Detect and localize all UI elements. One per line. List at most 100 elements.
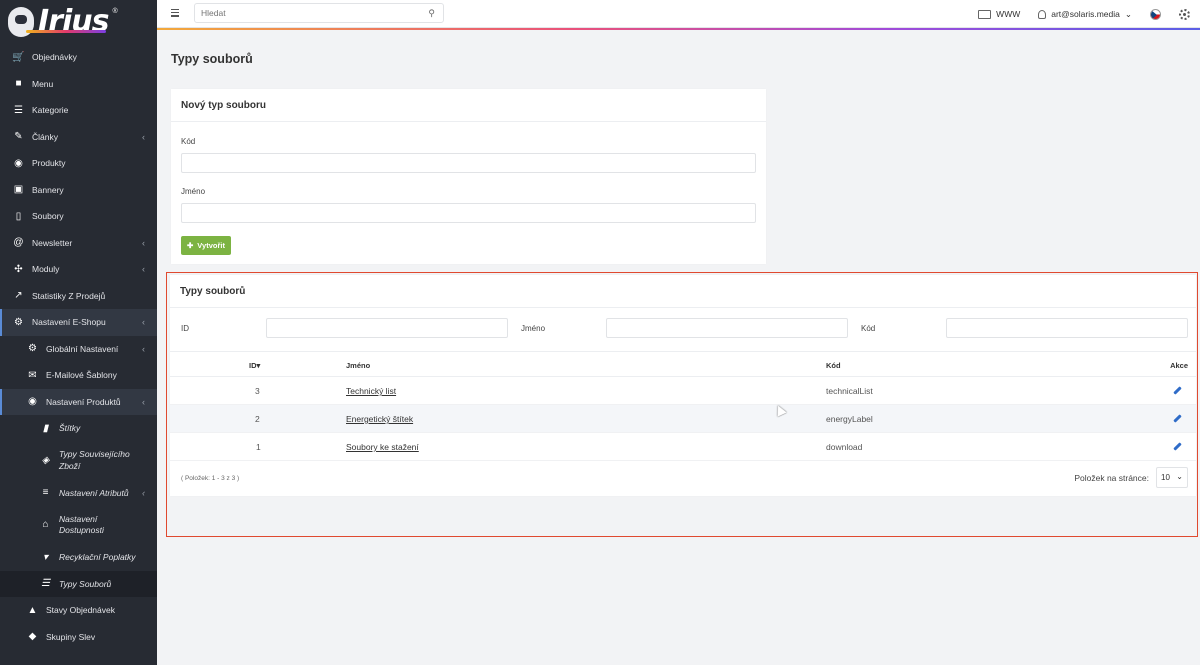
row-code: download [826,442,863,452]
sidebar-item-newsletter[interactable]: @ Newsletter ‹ [0,230,157,257]
chevron-down-icon: ‹ [142,396,145,407]
col-name-header[interactable]: Jméno [346,361,370,370]
sidebar-item-stavy-objednavek[interactable]: ▲ Stavy Objednávek [0,597,157,624]
sidebar-item-typy-souvisejiciho-zbozi[interactable]: ◈ Typy Souvisejícího Zboží [0,442,157,480]
new-file-type-card: Nový typ souboru Kód Jméno ✚ Vytvořit [171,89,766,264]
edit-pencil-icon[interactable] [1173,386,1182,395]
create-button-label: Vytvořit [197,241,225,250]
row-id: 2 [255,414,260,424]
edit-pencil-icon[interactable] [1173,414,1182,423]
language-flag-icon[interactable] [1150,8,1161,20]
per-page-label: Položek na stránce: [1074,473,1149,483]
sidebar-item-clanky[interactable]: ✎ Články ‹ [0,124,157,151]
at-icon: @ [13,237,24,249]
per-page-select[interactable]: 10 ⌄ [1156,467,1188,488]
row-name-link[interactable]: Technický list [346,386,396,396]
cart-icon: 🛒 [12,51,25,63]
code-label: Kód [181,137,196,146]
sidebar-item-produkty[interactable]: ◉ Produkty [0,150,157,177]
sidebar-item-nastaveni-atributu[interactable]: ≡ Nastavení Atributů ‹ [0,480,157,507]
bell-icon: ▲ [27,604,38,616]
sidebar-item-nastaveni-eshopu[interactable]: ⚙ Nastavení E-Shopu ‹ [0,309,157,336]
chevron-down-icon: ⌄ [1176,472,1183,481]
hamburger-menu-icon[interactable] [171,9,179,17]
sidebar-item-objednavky[interactable]: 🛒 Objednávky [0,44,157,71]
sort-desc-icon: ▾ [256,361,261,370]
sidebar-item-label: Newsletter [32,237,73,248]
sidebar-item-statistiky[interactable]: ↗ Statistiky Z Prodejů [0,283,157,310]
sidebar-item-label: Články [32,131,58,142]
gear-icon: ⚙ [28,343,37,355]
user-email: art@solaris.media [1051,9,1120,19]
sidebar-item-skupiny-slev[interactable]: ◆ Skupiny Slev [0,624,157,651]
sidebar-item-moduly[interactable]: ✣ Moduly ‹ [0,256,157,283]
search-icon[interactable]: ⚲ [428,8,435,19]
sidebar-item-label: E-Mailové Šablony [46,370,117,381]
table-row: 2 Energetický štítek energyLabel [170,405,1196,433]
settings-gear-icon[interactable] [1179,8,1190,20]
sidebar-item-label: Moduly [32,264,60,275]
trash-icon: ▾ [42,551,49,563]
globe-icon: ◉ [28,396,37,408]
search-box: ⚲ [194,3,444,23]
user-icon [1038,9,1047,19]
col-id-header[interactable]: ID▾ [249,361,260,370]
sidebar-item-label: Produkty [32,158,66,169]
chevron-left-icon: ‹ [142,131,145,142]
sidebar-item-label: Objednávky [32,52,77,63]
sidebar-item-nastaveni-dostupnosti[interactable]: ⌂ Nastavení Dostupnosti [0,506,157,544]
sidebar-item-label: Globální Nastavení [46,343,119,354]
sidebar-item-nastaveni-produktu[interactable]: ◉ Nastavení Produktů ‹ [0,388,157,415]
filter-code-input[interactable] [946,318,1188,338]
row-name-link[interactable]: Soubory ke stažení [346,442,419,452]
user-menu[interactable]: art@solaris.media ⌄ [1038,9,1132,20]
filter-name-input[interactable] [606,318,848,338]
sidebar-item-typy-souboru[interactable]: ☰ Typy Souborů [0,570,157,597]
monitor-icon [978,9,992,19]
home-icon: ⌂ [42,519,49,531]
name-field[interactable] [181,203,756,223]
sidebar-item-kategorie[interactable]: ☰ Kategorie [0,97,157,124]
code-field[interactable] [181,153,756,173]
sidebar-item-soubory[interactable]: ▯ Soubory [0,203,157,230]
file-icon: ▯ [15,210,22,222]
filter-code-label: Kód [861,324,876,333]
edit-pencil-icon[interactable] [1173,442,1182,451]
per-page-value: 10 [1161,473,1170,482]
table-row: 1 Soubory ke stažení download [170,433,1196,461]
sidebar-item-label: Recyklační Poplatky [59,552,136,563]
sidebar-item-globalni-nastaveni[interactable]: ⚙ Globální Nastavení ‹ [0,336,157,363]
www-link[interactable]: WWW [978,9,1020,19]
sidebar-item-emailove-sablony[interactable]: ✉ E-Mailové Šablony [0,362,157,389]
sidebar-item-label: Nastavení Atributů [59,487,129,498]
image-icon: ▣ [13,184,24,196]
sidebar-item-bannery[interactable]: ▣ Bannery [0,177,157,204]
col-code-header[interactable]: Kód [826,361,841,370]
sidebar-item-label: Nastavení Produktů [46,396,121,407]
sidebar-item-recyklacni-poplatky[interactable]: ▾ Recyklační Poplatky [0,544,157,571]
sidebar-item-menu[interactable]: ■ Menu [0,71,157,98]
folder-icon: ■ [15,78,22,90]
filter-id-input[interactable] [266,318,508,338]
row-id: 1 [256,442,261,452]
logo[interactable]: Irius ® [0,0,157,44]
sidebar-item-label: Statistiky Z Prodejů [32,290,106,301]
table-filters: ID Jméno Kód [170,308,1196,352]
items-count: ( Položek: 1 - 3 z 3 ) [181,475,240,482]
search-input[interactable] [195,4,415,22]
row-id: 3 [255,386,260,396]
chevron-left-icon: ‹ [142,264,145,275]
puzzle-icon: ✣ [14,263,23,275]
topbar: ⚲ WWW art@solaris.media ⌄ [157,0,1200,28]
sidebar-item-label: Kategorie [32,105,69,116]
topbar-actions: WWW art@solaris.media ⌄ [978,0,1190,28]
row-name-link[interactable]: Energetický štítek [346,414,413,424]
sliders-icon: ≡ [42,487,49,499]
card-title: Nový typ souboru [171,89,766,122]
registered-mark: ® [112,8,118,15]
row-code: energyLabel [826,414,873,424]
sidebar-item-stitky[interactable]: ▮ Štítky [0,415,157,442]
sidebar-item-label: Typy Souvisejícího Zboží [59,449,130,471]
create-button[interactable]: ✚ Vytvořit [181,236,231,255]
sidebar-item-label: Nastavení E-Shopu [32,317,106,328]
